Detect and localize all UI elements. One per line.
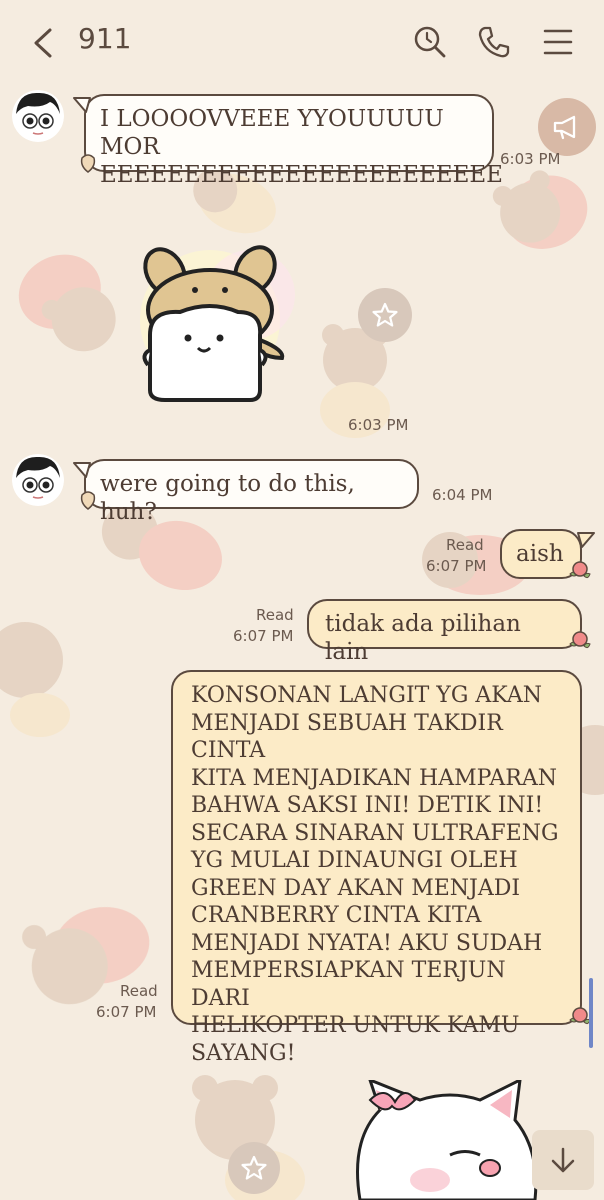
message-time: 6:03 PM [500,150,561,168]
avatar[interactable] [12,454,64,506]
message-text: tidak ada pilihan lain [325,611,521,665]
menu-icon[interactable] [540,24,576,60]
message-line: KITA MENJADIKAN HAMPARAN [191,765,557,791]
message-line: YG MULAI DINAUNGI OLEH [191,848,518,873]
message-text: aish [516,541,564,567]
chat-header: 911 [0,0,604,86]
megaphone-icon [553,115,576,140]
message-time: 6:07 PM [426,557,487,575]
message-line: MEMPERSIAPKAN TERJUN DARI [191,958,506,1011]
cat-sticker-image[interactable] [340,1080,540,1200]
message-line: SECARA SINARAN ULTRAFENG [191,820,559,846]
read-receipt: Read [120,982,158,1000]
favorite-button[interactable] [228,1142,280,1194]
message-time: 6:03 PM [348,416,409,434]
message-line: HELIKOPTER UNTUK KAMU [191,1013,520,1038]
message-line: KONSONAN LANGIT YG AKAN [191,683,542,708]
message-line: MENJADI SEBUAH TAKDIR CINTA [191,710,503,764]
call-icon[interactable] [476,24,512,60]
message-line: CRANBERRY CINTA KITA [191,903,482,928]
message-bubble[interactable]: I LOOOOVVEEE YYOUUUUU MOR EEEEEEEEEEEEEE… [84,94,503,188]
arrow-down-icon [551,1147,575,1173]
message-time: 6:07 PM [233,627,294,645]
sticker-image[interactable] [110,240,310,410]
message-line: SAYANG! [191,1040,296,1066]
message-bubble[interactable]: aish [500,529,582,579]
message-text: EEEEEEEEEEEEEEEEEEEEEEEE [100,162,503,188]
message-line: GREEN DAY AKAN MENJADI [191,875,521,901]
message-text: were going to do this, huh? [100,471,355,525]
scroll-to-bottom-button[interactable] [532,1130,594,1190]
read-receipt: Read [256,606,294,624]
scrollbar[interactable] [589,978,593,1048]
message-bubble[interactable]: tidak ada pilihan lain [307,599,582,665]
announcement-button[interactable] [538,98,596,156]
message-bubble[interactable]: KONSONAN LANGIT YG AKAN MENJADI SEBUAH T… [171,670,582,1066]
avatar[interactable] [12,90,64,142]
star-icon [372,302,398,327]
message-line: BAHWA SAKSI INI! DETIK INI! [191,793,544,818]
message-text: I LOOOOVVEEE YYOUUUUU MOR [100,106,444,160]
message-bubble[interactable]: were going to do this, huh? [84,459,419,525]
star-icon [241,1155,267,1180]
back-icon[interactable] [30,26,58,60]
message-line: MENJADI NYATA! AKU SUDAH [191,930,543,956]
search-icon[interactable] [412,24,448,60]
chat-title: 911 [78,22,132,55]
message-time: 6:04 PM [432,486,493,504]
favorite-button[interactable] [358,288,412,342]
message-time: 6:07 PM [96,1003,157,1021]
read-receipt: Read [446,536,484,554]
